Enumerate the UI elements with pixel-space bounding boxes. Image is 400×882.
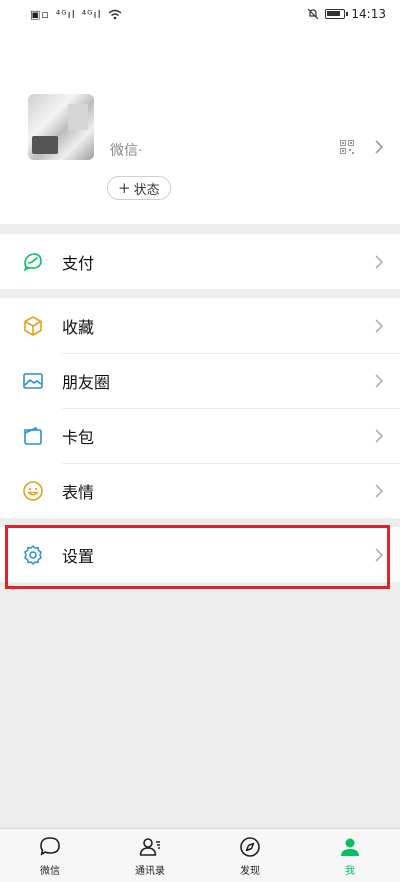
tab-label: 微信	[40, 865, 60, 877]
wallet-icon	[24, 426, 42, 445]
menu-item-moments[interactable]: 朋友圈	[0, 353, 400, 408]
status-time: 14:13	[351, 7, 386, 21]
signal-icon: ⁴ᴳıl	[55, 7, 76, 21]
chevron-right-icon	[375, 373, 384, 388]
status-left: ▣▫ ⁴ᴳıl ⁴ᴳıl	[30, 8, 122, 21]
tab-me[interactable]: 我	[300, 829, 400, 882]
chevron-right-icon	[375, 483, 384, 498]
add-status-label: 状态	[133, 182, 160, 198]
menu-label-pay: 支付	[62, 253, 95, 273]
tab-label: 发现	[240, 865, 260, 877]
menu-label-favorites: 收藏	[62, 317, 95, 337]
tab-label: 通讯录	[135, 865, 165, 877]
avatar[interactable]	[28, 94, 94, 160]
menu-label-stickers: 表情	[62, 482, 95, 502]
mute-bell-icon	[307, 8, 319, 20]
gear-icon	[24, 544, 42, 565]
tab-chats[interactable]: 微信	[0, 829, 100, 882]
wifi-icon	[108, 9, 122, 19]
menu-item-pay[interactable]: 支付	[0, 234, 400, 289]
menu-item-stickers[interactable]: 表情	[0, 463, 400, 518]
chat-bubble-icon	[40, 836, 60, 855]
signal-icon-2: ⁴ᴳıl	[81, 7, 102, 21]
wechat-id-label: 微信·	[110, 143, 143, 159]
cube-icon	[24, 315, 42, 336]
person-icon	[341, 838, 359, 856]
tab-label: 我	[345, 865, 355, 877]
plus-icon: +	[118, 179, 131, 197]
menu-item-cards[interactable]: 卡包	[0, 408, 400, 463]
status-bar: ▣▫ ⁴ᴳıl ⁴ᴳıl 14:13	[0, 0, 400, 28]
add-status-button[interactable]: + 状态	[107, 176, 171, 200]
pay-icon	[23, 252, 42, 271]
image-icon	[23, 372, 43, 389]
tab-contacts[interactable]: 通讯录	[100, 829, 200, 882]
qr-code-icon[interactable]	[340, 140, 354, 154]
battery-icon	[325, 9, 349, 19]
smiley-icon	[23, 480, 43, 501]
menu-label-moments: 朋友圈	[62, 372, 111, 392]
menu-item-settings[interactable]: 设置	[0, 527, 400, 582]
notification-icon: ▣▫	[30, 7, 50, 21]
menu-label-cards: 卡包	[62, 427, 95, 447]
tab-discover[interactable]: 发现	[200, 829, 300, 882]
menu-item-favorites[interactable]: 收藏	[0, 298, 400, 353]
chevron-right-icon	[375, 254, 384, 269]
menu-group-main: 收藏 朋友圈 卡包 表情	[0, 298, 400, 518]
contacts-icon	[139, 837, 160, 856]
menu-group-pay: 支付	[0, 234, 400, 289]
chevron-right-icon	[375, 318, 384, 333]
compass-icon	[240, 836, 260, 857]
bottom-tab-bar: 微信 通讯录 发现 我	[0, 828, 400, 882]
menu-group-settings: 设置	[0, 527, 400, 582]
chevron-right-icon	[375, 547, 384, 562]
profile-header[interactable]: 微信· + 状态	[0, 28, 400, 224]
chevron-right-icon[interactable]	[374, 139, 384, 155]
chevron-right-icon	[375, 428, 384, 443]
status-right: 14:13	[307, 7, 386, 21]
menu-label-settings: 设置	[62, 546, 95, 566]
